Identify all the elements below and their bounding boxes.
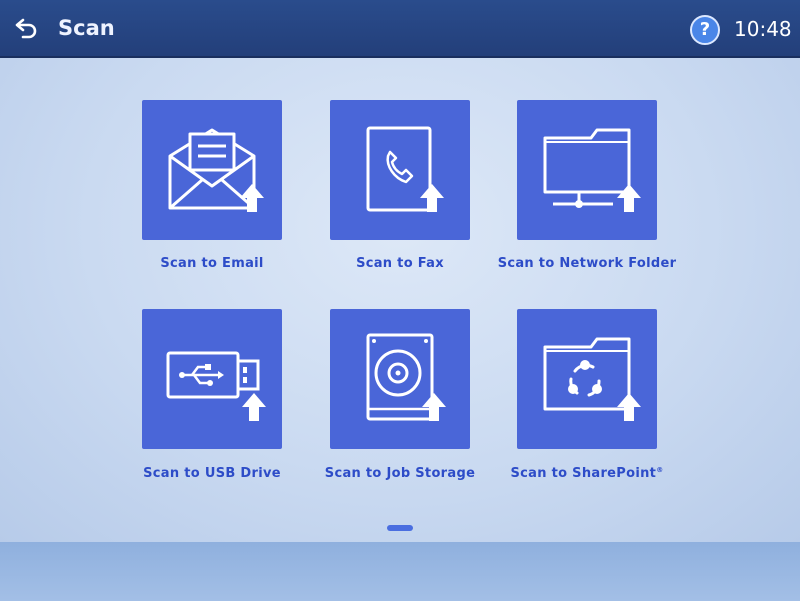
clock: 10:48: [734, 17, 792, 41]
scan-to-network-folder-label[interactable]: Scan to Network Folder: [477, 256, 697, 271]
top-bar: Scan ? 10:48: [0, 0, 800, 58]
usb-drive-upload-icon: [166, 351, 266, 421]
scan-to-usb-drive-tile[interactable]: [142, 309, 282, 449]
scan-to-sharepoint-label[interactable]: Scan to SharePoint®: [477, 466, 697, 481]
scan-to-sharepoint-tile[interactable]: [517, 309, 657, 449]
scan-to-sharepoint-label-text: Scan to SharePoint: [510, 466, 657, 481]
network-folder-upload-icon: [543, 128, 641, 212]
scan-to-job-storage-tile[interactable]: [330, 309, 470, 449]
scan-options-panel: Scan to Email Scan to Fax Scan to Networ…: [0, 58, 800, 542]
scan-to-usb-drive-label[interactable]: Scan to USB Drive: [102, 466, 322, 481]
registered-mark: ®: [656, 466, 664, 474]
fax-upload-icon: [366, 126, 444, 212]
back-button[interactable]: [12, 14, 42, 42]
bottom-bar: [0, 542, 800, 601]
scan-to-fax-tile[interactable]: [330, 100, 470, 240]
sharepoint-folder-upload-icon: [543, 337, 641, 421]
scan-to-email-tile[interactable]: [142, 100, 282, 240]
email-upload-icon: [168, 128, 264, 212]
back-arrow-icon: [15, 18, 37, 39]
scan-to-network-folder-tile[interactable]: [517, 100, 657, 240]
job-storage-upload-icon: [366, 333, 446, 421]
page-title: Scan: [58, 16, 115, 40]
help-button[interactable]: ?: [690, 15, 720, 45]
page-indicator: [387, 525, 413, 531]
scan-to-email-label[interactable]: Scan to Email: [102, 256, 322, 271]
